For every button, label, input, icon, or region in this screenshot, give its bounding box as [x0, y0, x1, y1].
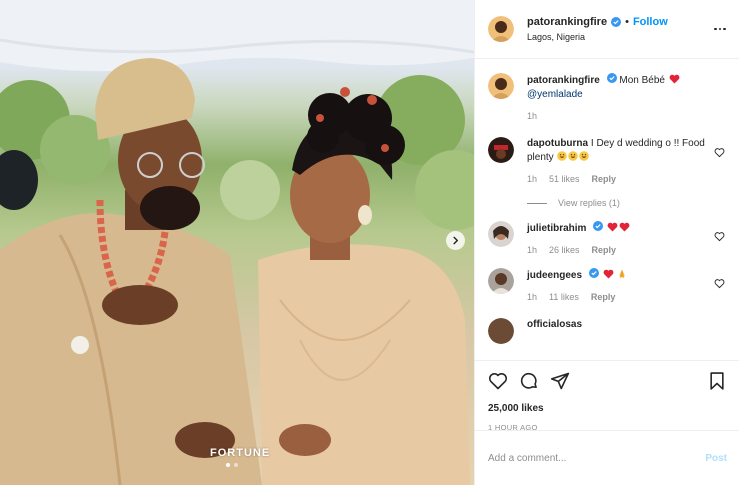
view-replies-line: [527, 202, 547, 204]
likes-count[interactable]: 25,000 likes: [488, 403, 727, 414]
post-side-panel: patorankingfire • Follow Lagos, Nigeria: [474, 0, 739, 485]
more-options-button[interactable]: [713, 22, 727, 36]
header-separator: •: [625, 16, 629, 28]
reply-button[interactable]: Reply: [592, 174, 617, 184]
carousel-dot: [234, 463, 238, 467]
view-replies-button[interactable]: View replies (1): [527, 198, 727, 208]
verified-icon: [606, 73, 617, 83]
caption-username[interactable]: patorankingfire: [527, 75, 600, 86]
caption-message: Mon Bébé: [619, 75, 665, 86]
author-avatar[interactable]: [488, 73, 514, 99]
post-actions: 25,000 likes 1 HOUR AGO Post: [475, 360, 739, 485]
commenter-avatar[interactable]: [488, 318, 514, 344]
grinning-face-emoji: [557, 151, 568, 161]
caption-time: 1h: [527, 111, 538, 121]
comment-text: dapotuburna I Dey d wedding o !! Food pl…: [527, 137, 707, 165]
share-icon: [550, 372, 570, 390]
heart-icon: [714, 148, 725, 158]
post-photo[interactable]: FORTUNE: [0, 0, 474, 485]
red-heart-emoji: [619, 222, 630, 232]
comment-text: officialosas: [527, 318, 707, 332]
grinning-face-emoji: [579, 151, 590, 161]
heart-icon: [714, 232, 725, 242]
commenter-avatar[interactable]: [488, 137, 514, 163]
comment-meta: 1h 26 likes Reply: [527, 245, 707, 255]
caption-meta: 1h: [527, 111, 707, 121]
reply-button[interactable]: Reply: [591, 292, 616, 302]
comment-time: 1h: [527, 245, 538, 255]
more-icon: [723, 27, 726, 31]
add-comment-input[interactable]: [488, 452, 706, 464]
caption-text: patorankingfire Mon Bébé @yemlalade: [527, 73, 707, 102]
like-comment-button[interactable]: [714, 147, 725, 158]
comment-item: julietibrahim 1h 26 likes Reply: [488, 221, 727, 255]
follow-button[interactable]: Follow: [633, 16, 668, 28]
heart-icon: [488, 373, 508, 390]
comment-username[interactable]: officialosas: [527, 319, 582, 330]
caption-mention[interactable]: @yemlalade: [527, 89, 583, 100]
add-comment-bar: Post: [475, 430, 739, 485]
comment-item: dapotuburna I Dey d wedding o !! Food pl…: [488, 137, 727, 184]
verified-icon: [588, 268, 599, 278]
comment-icon: [520, 372, 537, 389]
red-heart-emoji: [603, 269, 614, 279]
action-icons: [488, 370, 727, 392]
location-link[interactable]: Lagos, Nigeria: [527, 32, 668, 42]
commenter-avatar[interactable]: [488, 268, 514, 294]
comment-meta: 1h 11 likes Reply: [527, 292, 707, 302]
comment-likes[interactable]: 11 likes: [549, 292, 579, 302]
instagram-post: FORTUNE patorankingfire • Follow Lagos,: [0, 0, 739, 485]
like-comment-button[interactable]: [714, 278, 725, 289]
comment-body: judeengees 1h 11 likes Reply: [527, 268, 727, 302]
verified-icon: [593, 221, 604, 231]
like-button[interactable]: [488, 371, 508, 391]
comment-item: judeengees 1h 11 likes Reply: [488, 268, 727, 302]
comment-likes[interactable]: 51 likes: [549, 174, 580, 184]
view-replies-label: View replies (1): [558, 198, 620, 208]
grinning-face-emoji: [568, 151, 579, 161]
comment-meta: 1h 51 likes Reply: [527, 174, 707, 184]
comment-username[interactable]: dapotuburna: [527, 138, 588, 149]
comment-text: julietibrahim: [527, 221, 707, 236]
save-button[interactable]: [707, 371, 727, 391]
header-text: patorankingfire • Follow Lagos, Nigeria: [527, 16, 668, 42]
more-icon: [714, 27, 717, 31]
comment-body: dapotuburna I Dey d wedding o !! Food pl…: [527, 137, 727, 184]
header-row: patorankingfire • Follow: [527, 16, 668, 28]
comment-username[interactable]: julietibrahim: [527, 223, 586, 234]
carousel-next-button[interactable]: [446, 231, 465, 250]
author-username[interactable]: patorankingfire: [527, 16, 607, 28]
comment-button[interactable]: [519, 371, 539, 391]
post-comment-button[interactable]: Post: [705, 453, 727, 464]
red-heart-emoji: [607, 222, 618, 232]
comment-text: judeengees: [527, 268, 707, 283]
praying-hands-emoji: [617, 269, 627, 279]
comment-likes[interactable]: 26 likes: [549, 245, 580, 255]
bookmark-icon: [710, 372, 724, 390]
comment-username[interactable]: judeengees: [527, 270, 582, 281]
photo-watermark: FORTUNE: [210, 447, 271, 459]
commenter-avatar[interactable]: [488, 221, 514, 247]
like-comment-button[interactable]: [714, 231, 725, 242]
share-button[interactable]: [550, 371, 570, 391]
chevron-right-icon: [453, 236, 459, 245]
heart-icon: [714, 279, 725, 289]
comment-body: julietibrahim 1h 26 likes Reply: [527, 221, 727, 255]
reply-button[interactable]: Reply: [592, 245, 617, 255]
carousel-dots: [226, 463, 238, 467]
more-icon: [718, 27, 722, 31]
comment-time: 1h: [527, 292, 538, 302]
caption-body: patorankingfire Mon Bébé @yemlalade 1h: [527, 73, 727, 121]
author-avatar[interactable]: [488, 16, 514, 42]
comments-list[interactable]: patorankingfire Mon Bébé @yemlalade 1h d…: [475, 59, 739, 360]
comment-time: 1h: [527, 174, 538, 184]
carousel-dot: [226, 463, 230, 467]
verified-icon: [611, 17, 622, 27]
post-header: patorankingfire • Follow Lagos, Nigeria: [475, 0, 739, 59]
comment-body: officialosas: [527, 318, 727, 344]
comment-item-partial: officialosas: [488, 318, 727, 344]
red-heart-emoji: [669, 74, 680, 84]
wedding-photo: [0, 0, 474, 485]
caption: patorankingfire Mon Bébé @yemlalade 1h: [488, 73, 727, 121]
